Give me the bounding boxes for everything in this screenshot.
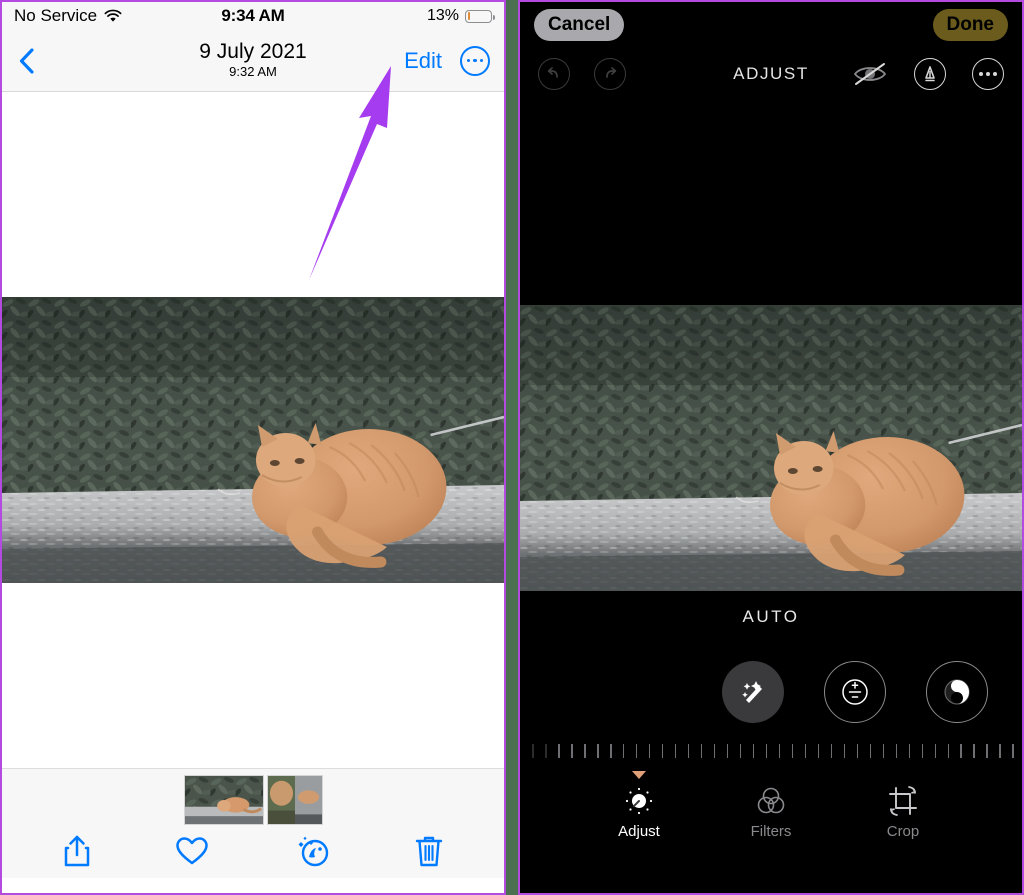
ruler-tick <box>622 744 625 758</box>
action-bar <box>2 834 504 868</box>
ruler-tick <box>947 744 950 758</box>
ruler-tick <box>791 744 794 758</box>
list-item[interactable] <box>183 775 264 825</box>
ruler-tick <box>1012 744 1015 758</box>
ruler-tick <box>532 744 534 758</box>
editor-tab-bar: Adjust Filters Crop <box>520 763 1022 840</box>
editor-top-bar: Cancel Done <box>520 2 1022 48</box>
done-button[interactable]: Done <box>932 9 1008 41</box>
status-bar-right: 13% <box>426 7 495 25</box>
battery-icon <box>465 9 495 23</box>
eye-slash-icon[interactable] <box>852 61 888 87</box>
ruler-tick <box>778 744 781 758</box>
crop-rotate-icon <box>889 786 917 816</box>
contrast-circle-icon[interactable] <box>926 661 988 723</box>
ruler-tick <box>713 744 716 758</box>
adjust-slider-ruler[interactable] <box>520 739 1022 763</box>
ruler-tick <box>596 744 599 758</box>
tab-adjust[interactable]: Adjust <box>601 771 677 840</box>
navigation-bar: 9 July 2021 9:32 AM Edit <box>2 30 504 92</box>
ruler-tick <box>661 744 664 758</box>
ruler-tick <box>895 744 898 758</box>
ruler-tick <box>830 744 833 758</box>
adjust-dial-icon <box>625 787 653 815</box>
undo-arrow-icon[interactable] <box>538 58 570 90</box>
ruler-tick <box>765 744 768 758</box>
active-tab-caret <box>632 771 646 779</box>
ruler-tick <box>882 744 885 758</box>
photos-viewer-panel: No Service 9:34 AM 13% 9 July 2021 9:32 … <box>0 0 506 895</box>
filters-circles-icon <box>757 787 785 814</box>
share-icon[interactable] <box>62 834 92 868</box>
viewer-bottom-bar <box>2 768 504 878</box>
chevron-left-icon[interactable] <box>16 46 38 76</box>
live-photo-effects-icon[interactable] <box>293 835 331 867</box>
ruler-tick <box>986 744 989 758</box>
tab-label: Adjust <box>618 823 660 840</box>
markup-pen-circle-icon[interactable] <box>914 58 946 90</box>
ruler-tick <box>583 744 586 758</box>
ruler-tick <box>921 744 924 758</box>
ruler-tick <box>635 744 638 758</box>
ruler-tick <box>934 744 937 758</box>
favorite-heart-icon[interactable] <box>175 836 209 866</box>
viewer-bottom-letterbox <box>2 583 504 768</box>
ruler-tick <box>674 744 677 758</box>
ruler-tick <box>960 744 963 758</box>
tab-filters[interactable]: Filters <box>733 785 809 840</box>
exposure-plus-minus-icon[interactable] <box>824 661 886 723</box>
screenshot-stage: No Service 9:34 AM 13% 9 July 2021 9:32 … <box>0 0 1024 895</box>
ruler-tick <box>739 744 742 758</box>
ruler-tick <box>648 744 651 758</box>
ruler-tick <box>609 744 612 758</box>
viewer-top-letterbox <box>2 92 504 297</box>
auto-mode-label: AUTO <box>742 607 800 626</box>
ruler-tick <box>570 744 573 758</box>
tab-crop[interactable]: Crop <box>865 785 941 840</box>
ruler-tick <box>973 744 976 758</box>
ruler-tick <box>557 744 560 758</box>
editor-top-letterbox <box>520 100 1022 305</box>
tab-label: Filters <box>750 823 792 840</box>
nav-actions: Edit <box>404 45 490 76</box>
edit-button[interactable]: Edit <box>404 48 442 74</box>
ruler-tick <box>687 744 690 758</box>
ruler-tick <box>856 744 859 758</box>
ruler-tick <box>804 744 807 758</box>
cancel-button[interactable]: Cancel <box>534 9 625 41</box>
editor-tool-bar: ADJUST <box>520 48 1022 100</box>
status-bar: No Service 9:34 AM 13% <box>2 2 504 30</box>
trash-icon[interactable] <box>414 834 444 868</box>
filmstrip[interactable] <box>2 775 504 825</box>
effect-buttons-row <box>520 627 1022 723</box>
ruler-tick <box>843 744 846 758</box>
list-item[interactable] <box>266 775 323 825</box>
more-ellipsis-circle-icon[interactable] <box>972 58 1004 90</box>
ruler-tick <box>752 744 755 758</box>
panel-divider <box>506 0 518 895</box>
ruler-tick <box>908 744 911 758</box>
auto-enhance-magic-wand-icon[interactable] <box>722 661 784 723</box>
redo-arrow-icon[interactable] <box>594 58 626 90</box>
ruler-tick <box>700 744 703 758</box>
ruler-tick <box>869 744 872 758</box>
photo-editor-panel: Cancel Done ADJUST AUTO Adjust Filters C… <box>518 0 1024 895</box>
ruler-tick <box>817 744 820 758</box>
battery-percent-label: 13% <box>426 7 459 24</box>
ruler-tick <box>544 744 547 758</box>
photo-editing-canvas[interactable] <box>520 305 1022 591</box>
tab-label: Crop <box>886 823 920 840</box>
photo-preview[interactable] <box>2 297 504 583</box>
ruler-tick <box>999 744 1002 758</box>
editor-tool-actions <box>852 58 1004 90</box>
history-controls <box>538 58 626 90</box>
ruler-tick <box>726 744 729 758</box>
more-ellipsis-circle-icon[interactable] <box>460 45 490 76</box>
